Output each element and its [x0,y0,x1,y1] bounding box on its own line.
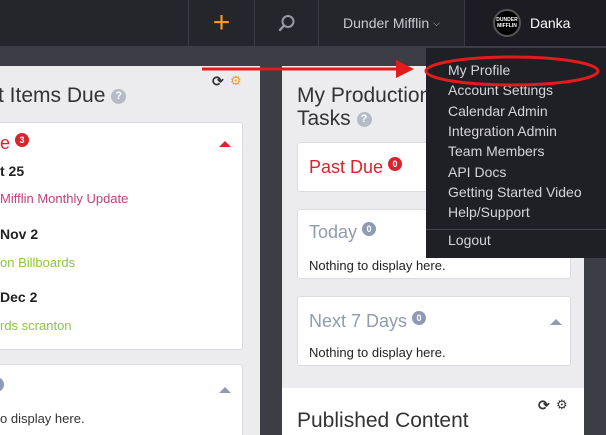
menu-item-help-support[interactable]: Help/Support [448,204,530,220]
menu-item-integration-admin[interactable]: Integration Admin [448,123,557,139]
add-button[interactable]: + [188,0,254,46]
panel-title: My Production Tasks ? [297,84,432,130]
menu-item-api-docs[interactable]: API Docs [448,164,506,180]
empty-state-text: Nothing to display here. [309,345,446,360]
user-name: Danka [530,15,571,31]
item-link[interactable]: on Billboards [0,255,75,270]
item-date: t 25 [0,163,25,179]
empty-state-text: o display here. [0,411,85,426]
secondary-card: o display here. [0,364,243,435]
search-icon [278,15,294,32]
organization-name: Dunder Mifflin [343,15,430,31]
top-navigation-bar: + Dunder Mifflin ⌵ DUNDER MIFFLIN Danka [0,0,606,46]
menu-item-my-profile[interactable]: My Profile [448,62,510,78]
past-due-count-badge: 3 [15,133,30,147]
menu-item-calendar-admin[interactable]: Calendar Admin [448,103,548,119]
count-badge [0,377,4,392]
menu-item-getting-started-video[interactable]: Getting Started Video [448,184,582,200]
help-icon[interactable]: ? [111,88,127,104]
item-date: Nov 2 [0,226,39,242]
search-button[interactable] [254,0,318,46]
past-due-heading[interactable]: e 3 [0,133,30,154]
next-7-days-count-badge: 0 [412,311,427,325]
plus-icon: + [212,6,231,39]
items-due-panel: t Items Due ? ⟳ ⚙ e 3 t 25 Mifflin Month… [0,66,260,435]
item-link[interactable]: Mifflin Monthly Update [0,191,128,206]
published-content-panel: Published Content ⟳ ⚙ [282,388,584,435]
chevron-down-icon: ⌵ [433,17,440,28]
today-count-badge: 0 [362,222,377,236]
refresh-icon[interactable]: ⟳ [538,397,550,414]
refresh-icon[interactable]: ⟳ [212,73,224,90]
user-menu-toggle[interactable]: DUNDER MIFFLIN Danka [464,0,606,46]
past-due-heading: Past Due 0 [309,157,403,178]
menu-item-account-settings[interactable]: Account Settings [448,82,553,98]
empty-state-text: Nothing to display here. [309,258,446,273]
collapse-caret-icon[interactable] [550,319,562,325]
item-date: Dec 2 [0,289,38,305]
collapse-caret-icon[interactable] [219,141,231,147]
panel-title: t Items Due ? [0,84,127,108]
past-due-card: e 3 t 25 Mifflin Monthly Update Nov 2 on… [0,122,243,350]
gear-icon[interactable]: ⚙ [230,73,242,89]
gear-icon[interactable]: ⚙ [556,397,568,413]
today-heading[interactable]: Today 0 [309,222,377,243]
panel-title: Published Content [297,409,469,432]
help-icon[interactable]: ? [356,111,372,127]
item-link[interactable]: rds scranton [0,318,72,333]
past-due-count-badge: 0 [388,157,403,171]
user-dropdown-menu: My Profile Account Settings Calendar Adm… [426,48,606,258]
next-7-days-card: Next 7 Days 0 Nothing to display here. [297,296,571,366]
menu-divider [426,229,606,230]
menu-item-team-members[interactable]: Team Members [448,143,544,159]
collapse-caret-icon[interactable] [219,387,231,393]
organization-switcher[interactable]: Dunder Mifflin ⌵ [318,0,464,46]
menu-item-logout[interactable]: Logout [448,232,491,248]
next-7-days-heading[interactable]: Next 7 Days 0 [309,311,427,332]
company-logo-avatar: DUNDER MIFFLIN [493,9,521,37]
